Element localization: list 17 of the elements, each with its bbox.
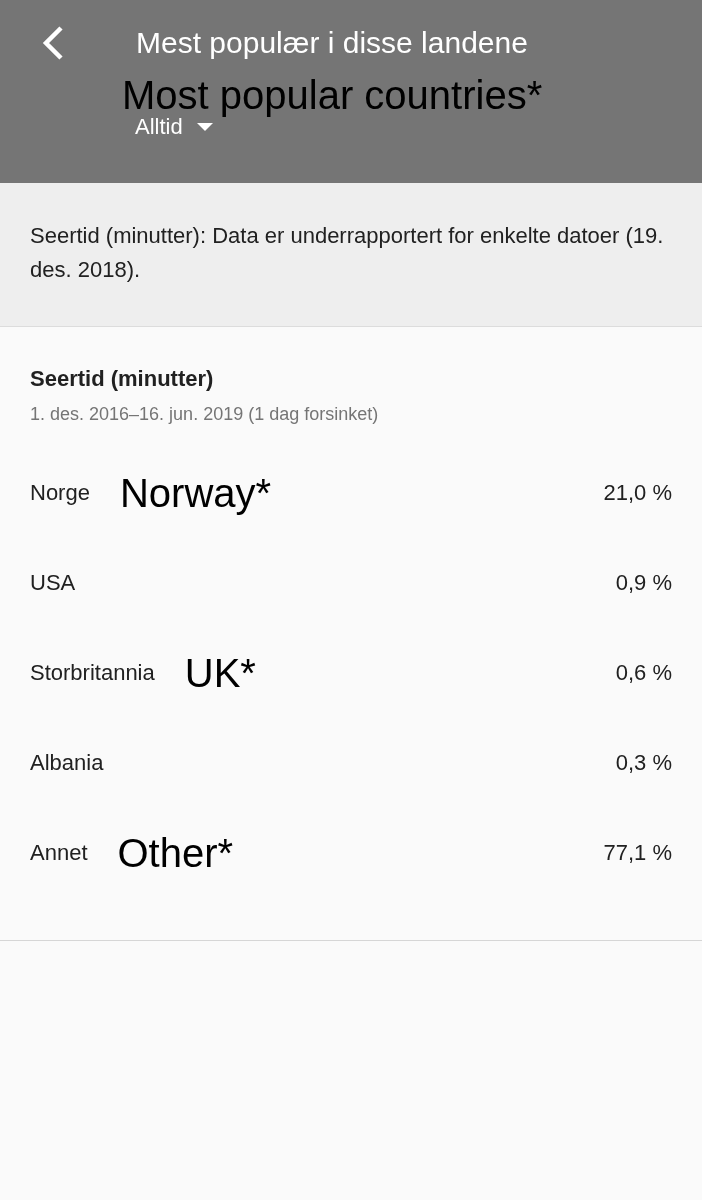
share-value: 0,3 % bbox=[615, 750, 672, 776]
notice-text: Seertid (minutter): Data er underrapportert for enkelte datoer (19. des. 2018). bbox=[30, 222, 665, 284]
annotation-text: Norway* bbox=[119, 470, 272, 516]
share-value: 21,0 % bbox=[603, 480, 672, 506]
country-name: Albania bbox=[30, 750, 104, 776]
page-title: Mest populær i disse landene bbox=[136, 26, 528, 60]
annotation-text: UK* bbox=[184, 650, 256, 696]
share-value: 0,6 % bbox=[615, 660, 672, 686]
country-name: Storbritannia bbox=[30, 660, 155, 686]
annotation-text: Other* bbox=[117, 830, 234, 876]
country-name: USA bbox=[30, 570, 76, 596]
share-value: 77,1 % bbox=[603, 840, 672, 866]
card-title: Seertid (minutter) bbox=[30, 365, 215, 393]
country-name: Norge bbox=[30, 480, 90, 506]
date-range: 1. des. 2016–16. jun. 2019 (1 dag forsinket) bbox=[30, 403, 380, 425]
country-name: Annet bbox=[30, 840, 88, 866]
share-value: 0,9 % bbox=[615, 570, 672, 596]
